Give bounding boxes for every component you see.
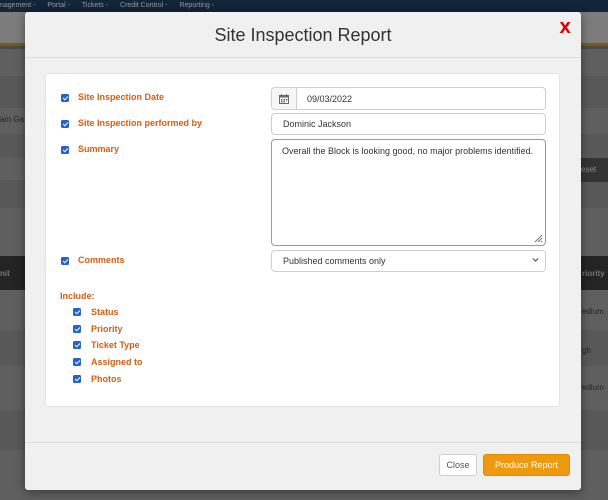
include-item-assigned-to: Assigned to xyxy=(91,357,143,367)
comments-label: Comments xyxy=(78,255,125,265)
performed-by-input[interactable]: Dominic Jackson xyxy=(271,113,546,135)
site-inspection-modal: Site Inspection Report X Site Inspection… xyxy=(25,12,581,490)
comments-selected-value: Published comments only xyxy=(283,256,386,266)
include-item-status: Status xyxy=(91,307,119,317)
checkbox-photos[interactable] xyxy=(73,375,81,383)
comments-select[interactable]: Published comments only xyxy=(271,250,546,272)
modal-header: Site Inspection Report X xyxy=(25,12,581,58)
checkbox-comments[interactable] xyxy=(61,257,69,265)
performed-by-label: Site Inspection performed by xyxy=(78,118,203,128)
inspection-date-value: 09/03/2022 xyxy=(307,94,353,104)
include-label: Include: xyxy=(60,291,95,301)
include-item-priority: Priority xyxy=(91,324,123,334)
close-icon[interactable]: X xyxy=(559,19,571,37)
checkbox-summary[interactable] xyxy=(61,146,69,154)
form-panel: Site Inspection Date 09/03/2022 Site Ins… xyxy=(45,73,560,407)
checkbox-assigned-to[interactable] xyxy=(73,358,81,366)
modal-title: Site Inspection Report xyxy=(214,25,392,45)
checkbox-inspection-date[interactable] xyxy=(61,94,69,102)
performed-by-value: Dominic Jackson xyxy=(283,119,352,129)
include-item-ticket-type: Ticket Type xyxy=(91,340,140,350)
modal-footer: Close Produce Report xyxy=(25,442,581,490)
summary-label: Summary xyxy=(78,144,120,154)
summary-textarea[interactable]: Overall the Block is looking good, no ma… xyxy=(271,139,546,246)
close-button[interactable]: Close xyxy=(439,454,477,476)
inspection-date-label: Site Inspection Date xyxy=(78,92,165,102)
chevron-down-icon xyxy=(532,256,539,266)
calendar-icon[interactable] xyxy=(272,88,297,109)
summary-value: Overall the Block is looking good, no ma… xyxy=(282,146,534,156)
inspection-date-field[interactable]: 09/03/2022 xyxy=(271,87,546,110)
produce-report-button[interactable]: Produce Report xyxy=(483,454,570,476)
checkbox-status[interactable] xyxy=(73,308,81,316)
resize-grip-icon[interactable] xyxy=(533,233,543,243)
include-item-photos: Photos xyxy=(91,374,122,384)
checkbox-ticket-type[interactable] xyxy=(73,341,81,349)
checkbox-priority[interactable] xyxy=(73,325,81,333)
checkbox-performed-by[interactable] xyxy=(61,120,69,128)
